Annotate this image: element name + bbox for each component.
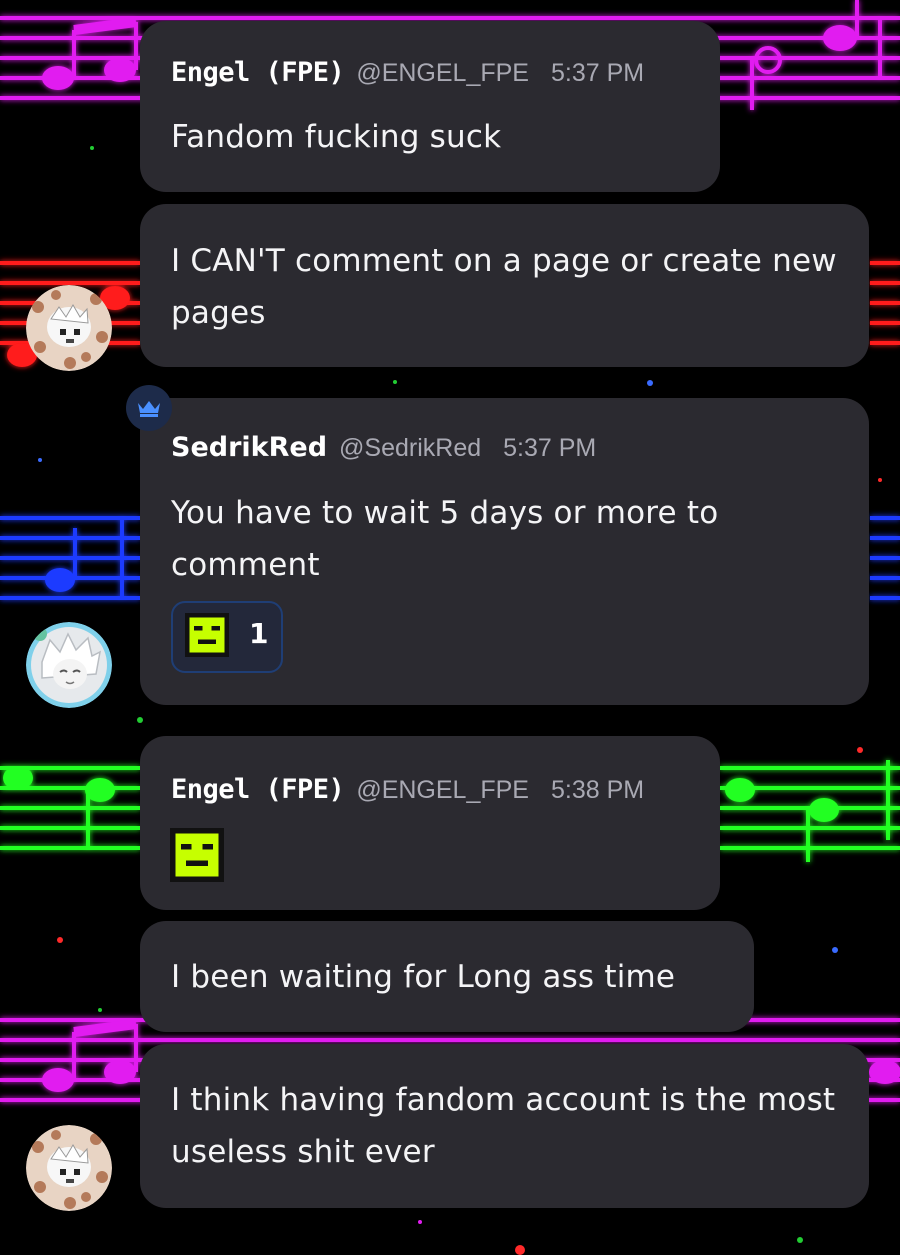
- message-header: Engel (FPE) @ENGEL_FPE 5:37 PM: [171, 57, 644, 88]
- message-bubble[interactable]: SedrikRed @SedrikRed 5:37 PM You have to…: [140, 398, 869, 705]
- reaction-count: 1: [249, 617, 269, 650]
- message-text: I been waiting for Long ass time: [171, 959, 676, 995]
- avatar-sedrikred: [26, 622, 112, 708]
- avatar[interactable]: [26, 1125, 112, 1211]
- message-bubble[interactable]: I think having fandom account is the mos…: [140, 1044, 869, 1208]
- message-bubble[interactable]: I CAN'T comment on a page or create new …: [140, 204, 869, 367]
- message-bubble[interactable]: Engel (FPE) @ENGEL_FPE 5:38 PM: [140, 736, 720, 910]
- message-bubble[interactable]: I been waiting for Long ass time: [140, 921, 754, 1032]
- green-pixel-face-emoji: [185, 613, 229, 657]
- moderator-badge: [126, 385, 172, 431]
- message-text: You have to wait 5 days or more to comme…: [171, 495, 719, 583]
- green-pixel-face-emoji: [170, 828, 224, 882]
- user-handle: @ENGEL_FPE: [356, 776, 529, 804]
- message-text: I think having fandom account is the mos…: [171, 1082, 836, 1170]
- avatar[interactable]: [26, 285, 112, 371]
- message-header: Engel (FPE) @ENGEL_FPE 5:38 PM: [171, 774, 644, 805]
- message-header: SedrikRed @SedrikRed 5:37 PM: [171, 432, 596, 463]
- message-text: I CAN'T comment on a page or create new …: [171, 243, 837, 331]
- username[interactable]: Engel (FPE): [171, 57, 345, 88]
- username[interactable]: SedrikRed: [171, 432, 327, 463]
- message-bubble[interactable]: Engel (FPE) @ENGEL_FPE 5:37 PM Fandom fu…: [140, 21, 720, 192]
- timestamp: 5:37 PM: [550, 59, 645, 87]
- user-handle: @ENGEL_FPE: [356, 59, 529, 87]
- timestamp: 5:37 PM: [503, 434, 597, 462]
- timestamp: 5:38 PM: [550, 776, 645, 804]
- crown-icon: [138, 401, 160, 417]
- reaction-button[interactable]: 1: [171, 601, 283, 673]
- username[interactable]: Engel (FPE): [171, 774, 345, 805]
- message-text: Fandom fucking suck: [171, 119, 502, 155]
- avatar-engel: [26, 1125, 112, 1211]
- user-handle: @SedrikRed: [339, 434, 482, 462]
- avatar[interactable]: [26, 622, 112, 708]
- avatar-engel: [26, 285, 112, 371]
